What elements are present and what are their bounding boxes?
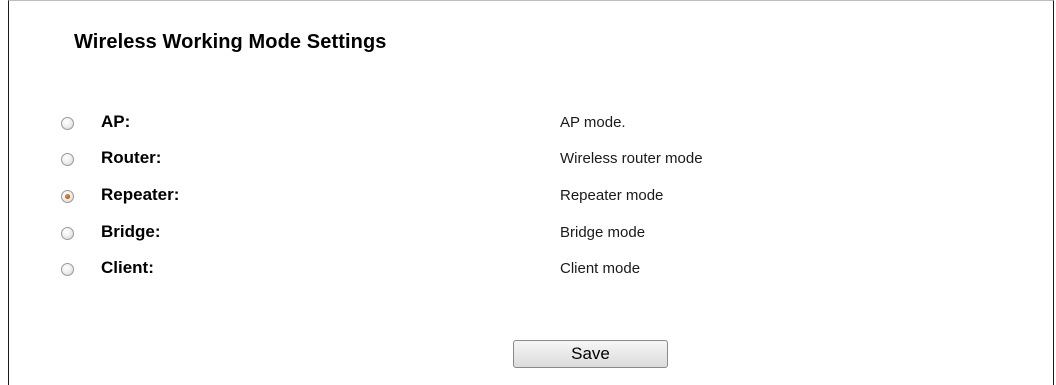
mode-row-client[interactable]: Client: Client mode — [9, 254, 1049, 288]
mode-row-router[interactable]: Router: Wireless router mode — [9, 144, 1049, 178]
mode-label-ap[interactable]: AP: — [101, 112, 130, 132]
radio-ap[interactable] — [61, 117, 74, 130]
settings-panel: Wireless Working Mode Settings AP: AP mo… — [8, 0, 1054, 385]
mode-label-router[interactable]: Router: — [101, 148, 161, 168]
mode-description-client: Client mode — [560, 260, 641, 277]
mode-label-repeater[interactable]: Repeater: — [101, 185, 179, 205]
mode-label-client[interactable]: Client: — [101, 258, 154, 278]
mode-row-repeater[interactable]: Repeater: Repeater mode — [9, 181, 1049, 215]
mode-row-ap[interactable]: AP: AP mode. — [9, 108, 1049, 142]
radio-bridge[interactable] — [61, 227, 74, 240]
radio-client[interactable] — [61, 263, 74, 276]
save-button[interactable]: Save — [513, 340, 668, 368]
mode-description-ap: AP mode. — [560, 114, 626, 131]
radio-repeater[interactable] — [61, 190, 74, 203]
mode-row-bridge[interactable]: Bridge: Bridge mode — [9, 218, 1049, 252]
mode-description-bridge: Bridge mode — [560, 224, 646, 241]
mode-description-router: Wireless router mode — [560, 150, 703, 167]
mode-label-bridge[interactable]: Bridge: — [101, 222, 161, 242]
mode-description-repeater: Repeater mode — [560, 187, 664, 204]
page-title: Wireless Working Mode Settings — [74, 31, 387, 53]
radio-router[interactable] — [61, 153, 74, 166]
